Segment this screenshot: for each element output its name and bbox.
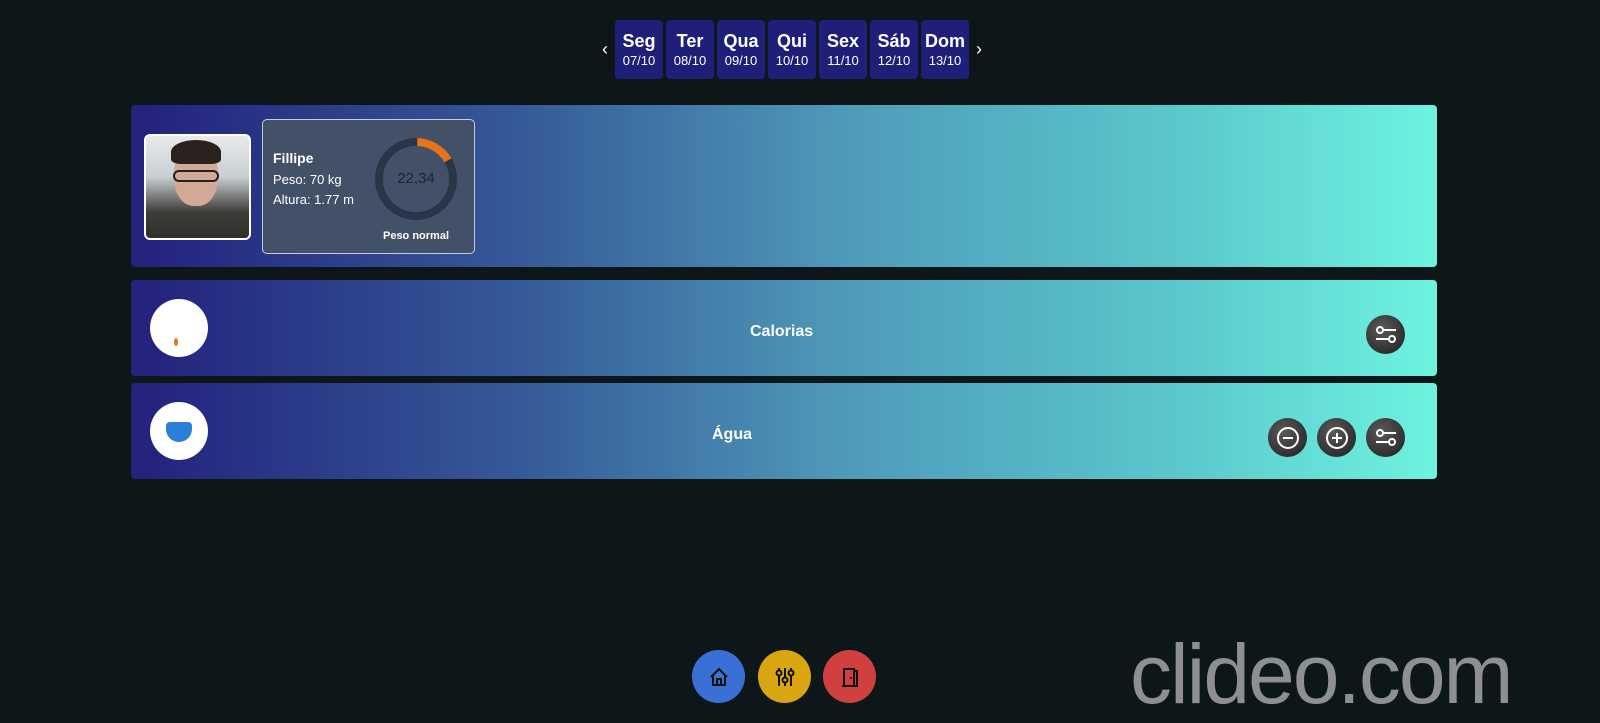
day-name: Qui [777, 30, 807, 51]
day-name: Ter [676, 30, 704, 51]
watermark: clideo.com [1130, 627, 1514, 721]
water-settings-button[interactable] [1366, 418, 1405, 457]
sliders-icon [775, 667, 794, 686]
flame-icon [150, 299, 208, 357]
day-seg[interactable]: Seg 07/10 [615, 20, 663, 79]
day-name: Seg [622, 30, 656, 51]
day-date: 10/10 [775, 52, 809, 68]
settings-toggle-icon [1375, 325, 1396, 343]
water-card: Água [131, 383, 1437, 479]
day-name: Dom [925, 30, 965, 51]
day-date: 13/10 [928, 52, 962, 68]
day-sáb[interactable]: Sáb 12/10 [870, 20, 918, 79]
avatar [144, 134, 251, 240]
bmi-value: 22,34 [397, 170, 435, 187]
bmi-class: Peso normal [382, 230, 450, 242]
user-name: Fillipe [273, 150, 314, 166]
plus-circle-icon [1325, 426, 1348, 449]
day-qui[interactable]: Qui 10/10 [768, 20, 816, 79]
week-selector: ‹ Seg 07/10 Ter 08/10 Qua 09/10 Qui 10/10 Sex 11/… [598, 20, 986, 79]
calories-settings-button[interactable] [1366, 315, 1405, 354]
day-name: Sáb [877, 30, 911, 51]
bmi-gauge: 22,34 [373, 136, 459, 222]
day-date: 12/10 [877, 52, 911, 68]
day-date: 07/10 [622, 52, 656, 68]
settings-button[interactable] [758, 650, 811, 703]
day-name: Qua [723, 30, 759, 51]
day-date: 11/10 [827, 52, 859, 68]
minus-circle-icon [1276, 426, 1299, 449]
water-decrease-button[interactable] [1268, 418, 1307, 457]
weight: Peso: 70 kg [273, 172, 342, 187]
chevron-left-icon[interactable]: ‹ [598, 39, 612, 60]
profile-info: Fillipe Peso: 70 kg Altura: 1.77 m 22,34… [262, 119, 475, 254]
home-button[interactable] [692, 650, 745, 703]
logout-button[interactable] [823, 650, 876, 703]
water-title: Água [712, 426, 752, 443]
day-qua[interactable]: Qua 09/10 [717, 20, 765, 79]
day-date: 08/10 [673, 52, 707, 68]
day-name: Sex [826, 30, 860, 51]
day-ter[interactable]: Ter 08/10 [666, 20, 714, 79]
calories-title: Calorias [750, 323, 814, 340]
door-exit-icon [841, 667, 858, 687]
day-dom[interactable]: Dom 13/10 [921, 20, 969, 79]
height: Altura: 1.77 m [273, 192, 354, 207]
profile-card: Fillipe Peso: 70 kg Altura: 1.77 m 22,34… [131, 105, 1437, 267]
settings-toggle-icon [1375, 428, 1396, 446]
chevron-right-icon[interactable]: › [972, 39, 986, 60]
day-sex[interactable]: Sex 11/10 [819, 20, 867, 79]
water-increase-button[interactable] [1317, 418, 1356, 457]
day-date: 09/10 [724, 52, 758, 68]
water-icon [150, 402, 208, 460]
calories-card: Calorias [131, 280, 1437, 376]
home-icon [709, 667, 728, 686]
